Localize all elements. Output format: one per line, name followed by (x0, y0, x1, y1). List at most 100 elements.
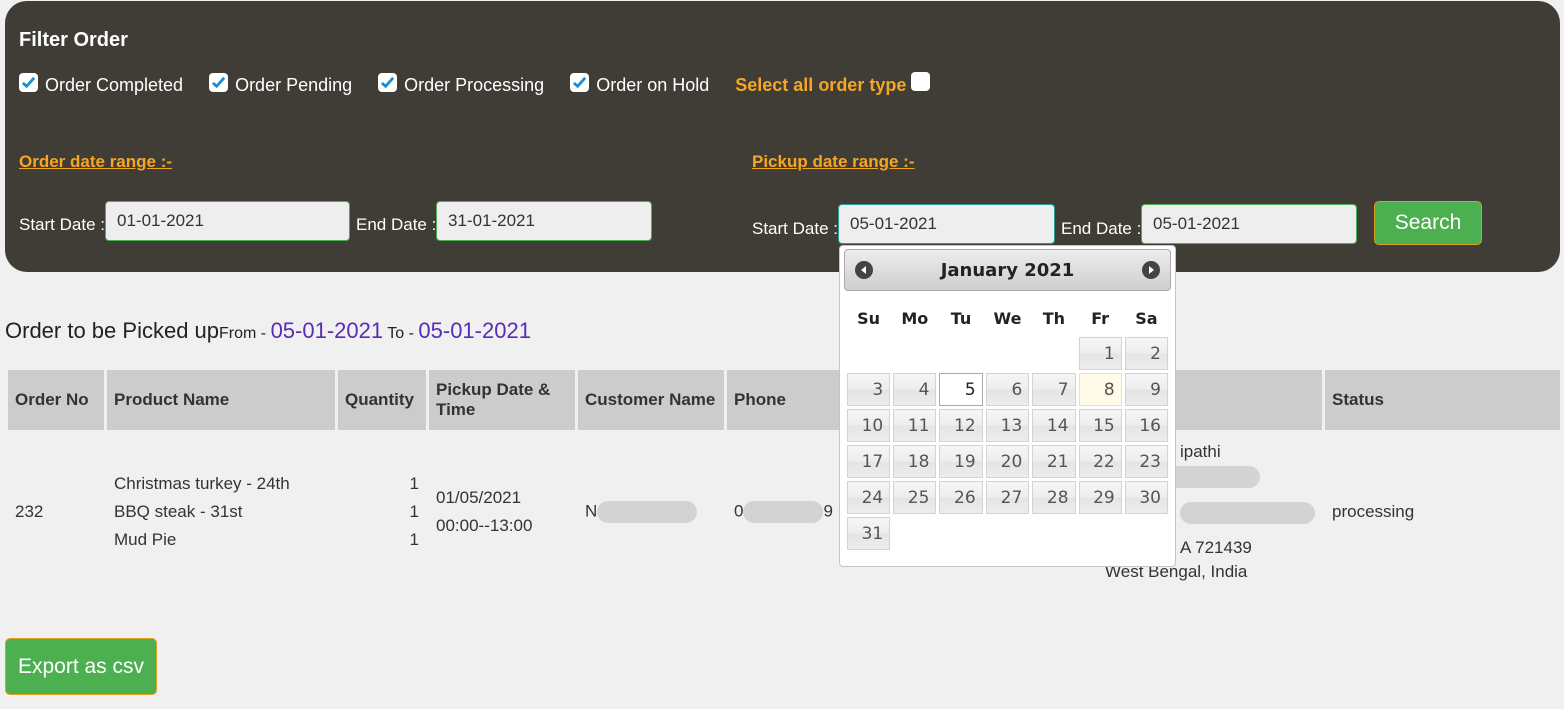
order-start-date-input[interactable] (105, 201, 350, 241)
calendar-day[interactable]: 5 (939, 373, 983, 406)
calendar-cell: 3 (847, 373, 891, 406)
calendar-day[interactable]: 2 (1124, 337, 1168, 370)
calendar-cell (1079, 517, 1122, 550)
column-product-name: Product Name (107, 370, 335, 430)
calendar-day[interactable]: 8 (1078, 373, 1122, 406)
calendar-day[interactable]: 6 (985, 373, 1030, 406)
calendar-cell: 13 (985, 409, 1030, 442)
calendar-cell: 5 (939, 373, 983, 406)
calendar-day[interactable]: 12 (939, 409, 983, 442)
quantity: 1 (409, 530, 419, 549)
calendar-cell (1032, 517, 1075, 550)
calendar-day[interactable]: 29 (1078, 481, 1122, 514)
pickup-end-date-label: End Date : (1061, 219, 1142, 238)
checkbox-order-completed[interactable]: Order Completed (19, 73, 183, 96)
calendar-day[interactable]: 1 (1078, 337, 1122, 370)
calendar-week: 24 25 26 27 28 29 30 (847, 481, 1168, 514)
calendar-day[interactable]: 30 (1124, 481, 1168, 514)
weekday-row: Su Mo Tu We Th Fr Sa (847, 302, 1168, 334)
calendar-day[interactable]: 20 (985, 445, 1030, 478)
calendar-day[interactable]: 13 (985, 409, 1030, 442)
calendar-cell: 26 (939, 481, 983, 514)
calendar-cell (939, 337, 982, 370)
pickup-date-time-cell: 01/05/2021 00:00--13:00 (429, 432, 575, 592)
calendar-day[interactable]: 4 (893, 373, 937, 406)
calendar-cell: 8 (1078, 373, 1122, 406)
order-start-date-label: Start Date : (19, 215, 105, 234)
calendar-cell (893, 337, 936, 370)
calendar-cell: 18 (893, 445, 937, 478)
calendar-cell: 29 (1078, 481, 1122, 514)
from-date: 05-01-2021 (270, 318, 384, 343)
calendar-cell: 16 (1124, 409, 1168, 442)
calendar-day[interactable]: 3 (847, 373, 891, 406)
checkbox-checked-icon[interactable] (19, 73, 38, 92)
pickup-start-date-input[interactable] (838, 204, 1055, 244)
calendar-cell: 24 (847, 481, 891, 514)
column-order-no: Order No (8, 370, 104, 430)
calendar-day[interactable]: 24 (847, 481, 891, 514)
calendar-day[interactable]: 26 (939, 481, 983, 514)
calendar-day[interactable]: 22 (1078, 445, 1122, 478)
search-button[interactable]: Search (1374, 201, 1482, 245)
calendar-week: 3456789 (847, 373, 1168, 406)
checkbox-checked-icon[interactable] (209, 73, 229, 92)
product-name-cell: Christmas turkey - 24th BBQ steak - 31st… (107, 432, 335, 592)
calendar-cell: 20 (985, 445, 1030, 478)
calendar-day[interactable]: 23 (1124, 445, 1168, 478)
order-end-date-label: End Date : (356, 215, 437, 234)
column-status: Status (1325, 370, 1560, 430)
calendar-cell (847, 337, 890, 370)
order-end-date-input[interactable] (436, 201, 652, 241)
calendar-day[interactable]: 28 (1032, 481, 1076, 514)
checkbox-order-processing[interactable]: Order Processing (378, 73, 544, 96)
select-all-label: Select all order type (735, 75, 907, 95)
calendar-cell: 23 (1124, 445, 1168, 478)
calendar-cell: 14 (1032, 409, 1076, 442)
table-header-row: Order No Product Name Quantity Pickup Da… (8, 370, 1560, 430)
redacted-customer-name (597, 501, 698, 523)
pickup-time: 00:00--13:00 (436, 516, 533, 535)
calendar-cell: 17 (847, 445, 891, 478)
calendar-day[interactable]: 10 (847, 409, 891, 442)
select-all-checkbox[interactable] (911, 72, 931, 91)
customer-name-prefix: N (585, 501, 598, 521)
product-name: BBQ steak - 31st (114, 502, 243, 521)
datepicker-calendar: Su Mo Tu We Th Fr Sa 1 2 3 4 5 6 7 8 9 10 11 12 13 14 15 16 17… (844, 299, 1171, 553)
calendar-week: 12 (847, 337, 1168, 370)
checkbox-order-on-hold[interactable]: Order on Hold (570, 73, 709, 96)
calendar-cell: 15 (1078, 409, 1122, 442)
calendar-day[interactable]: 14 (1032, 409, 1076, 442)
pickup-end-date-input[interactable] (1141, 204, 1357, 244)
calendar-cell: 1 (1078, 337, 1122, 370)
calendar-cell: 21 (1032, 445, 1076, 478)
calendar-cell: 27 (985, 481, 1030, 514)
checkbox-checked-icon[interactable] (378, 73, 398, 92)
calendar-day[interactable]: 11 (893, 409, 937, 442)
calendar-cell (893, 517, 936, 550)
prev-month-icon[interactable] (855, 261, 873, 279)
select-all-order-type[interactable]: Select all order type (735, 72, 931, 96)
filter-title: Filter Order (19, 29, 128, 51)
checkbox-order-pending[interactable]: Order Pending (209, 73, 353, 96)
calendar-day[interactable]: 21 (1032, 445, 1076, 478)
calendar-day[interactable]: 16 (1124, 409, 1168, 442)
order-date-range-label: Order date range :- (19, 152, 173, 171)
calendar-day[interactable]: 25 (893, 481, 937, 514)
calendar-day[interactable]: 15 (1078, 409, 1122, 442)
export-csv-button[interactable]: Export as csv (5, 638, 157, 695)
calendar-day[interactable]: 31 (847, 517, 891, 550)
calendar-cell: 7 (1032, 373, 1076, 406)
calendar-day[interactable]: 18 (893, 445, 937, 478)
calendar-day[interactable]: 7 (1032, 373, 1076, 406)
calendar-day[interactable]: 17 (847, 445, 891, 478)
calendar-day[interactable]: 27 (985, 481, 1030, 514)
calendar-day[interactable]: 9 (1124, 373, 1168, 406)
calendar-day[interactable]: 19 (939, 445, 983, 478)
checkbox-label: Order Pending (235, 75, 353, 95)
orders-table: Order No Product Name Quantity Pickup Da… (5, 368, 1563, 594)
checkbox-checked-icon[interactable] (570, 73, 590, 92)
calendar-week: 31 (847, 517, 1168, 550)
pickup-date-range-label: Pickup date range :- (752, 152, 915, 171)
next-month-icon[interactable] (1142, 261, 1160, 279)
